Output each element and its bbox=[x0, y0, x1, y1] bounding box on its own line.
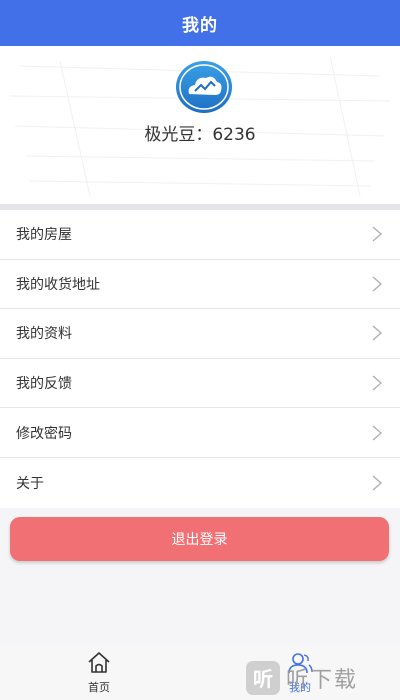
settings-menu: 我的房屋 我的收货地址 我的资料 我的反馈 修改密码 关于 bbox=[0, 210, 400, 508]
menu-item-label: 我的资料 bbox=[16, 326, 72, 343]
app-header: 我的 bbox=[0, 0, 400, 46]
watermark-text: 听下载 bbox=[286, 667, 359, 693]
chevron-right-icon bbox=[372, 325, 382, 342]
chevron-right-icon bbox=[372, 226, 382, 242]
menu-item-label: 我的收货地址 bbox=[16, 276, 100, 293]
tab-label: 首页 bbox=[88, 681, 110, 694]
chevron-right-icon bbox=[372, 475, 382, 491]
menu-item-change-password[interactable]: 修改密码 bbox=[0, 408, 400, 458]
profile-section: 极光豆：6236 bbox=[0, 46, 400, 204]
chevron-right-icon bbox=[372, 375, 382, 391]
logout-button[interactable]: 退出登录 bbox=[10, 517, 389, 561]
watermark-logo: 听 bbox=[246, 660, 280, 695]
watermark: 听 听下载 bbox=[246, 655, 400, 700]
menu-item-about[interactable]: 关于 bbox=[0, 457, 400, 508]
menu-item-my-profile[interactable]: 我的资料 bbox=[0, 309, 400, 359]
menu-item-shipping-address[interactable]: 我的收货地址 bbox=[0, 259, 400, 310]
chevron-right-icon bbox=[372, 425, 382, 441]
menu-item-my-house[interactable]: 我的房屋 bbox=[0, 210, 400, 260]
menu-item-label: 修改密码 bbox=[16, 425, 72, 442]
tab-home[interactable]: 首页 bbox=[69, 650, 129, 698]
menu-item-label: 我的房屋 bbox=[16, 227, 72, 244]
beans-balance: 极光豆：6236 bbox=[144, 125, 256, 145]
menu-item-label: 我的反馈 bbox=[16, 376, 72, 393]
logout-container: 退出登录 bbox=[10, 517, 389, 561]
menu-item-label: 关于 bbox=[16, 475, 44, 492]
page-title: 我的 bbox=[182, 15, 218, 36]
cloud-logo-icon bbox=[176, 61, 232, 113]
home-icon bbox=[88, 652, 110, 673]
chevron-right-icon bbox=[372, 276, 382, 292]
menu-item-my-feedback[interactable]: 我的反馈 bbox=[0, 358, 400, 409]
